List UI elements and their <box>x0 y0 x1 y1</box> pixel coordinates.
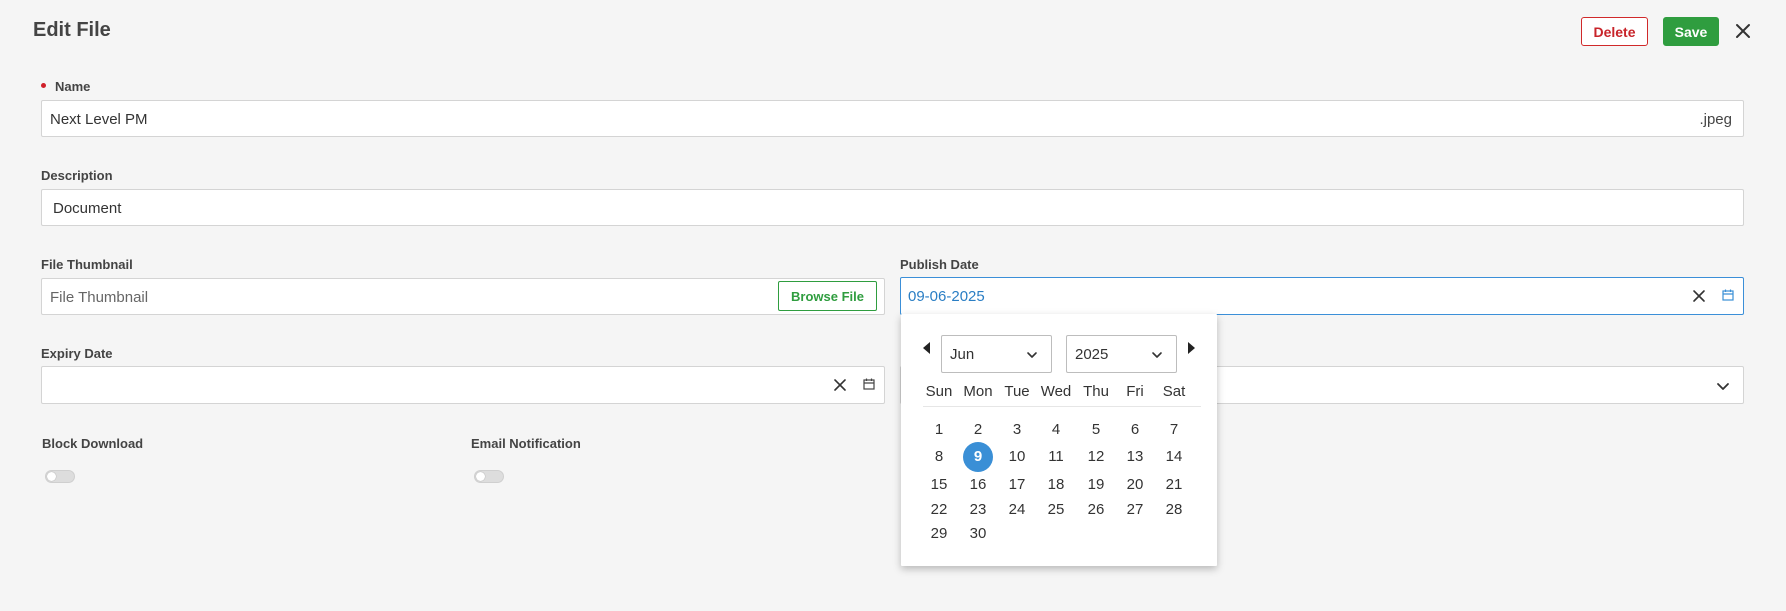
day-cell[interactable]: 7 <box>1159 418 1189 442</box>
description-value: Document <box>53 200 122 217</box>
calendar-icon[interactable] <box>1721 288 1735 302</box>
expiry-date-label: Expiry Date <box>41 346 113 361</box>
day-cell[interactable]: 2 <box>963 418 993 442</box>
name-field[interactable]: Next Level PM .jpeg <box>41 100 1744 137</box>
day-cell[interactable]: 3 <box>1002 418 1032 442</box>
day-cell[interactable]: 18 <box>1041 473 1071 497</box>
next-month-icon[interactable] <box>1185 341 1197 355</box>
weekday-header: Tue <box>1004 383 1030 400</box>
day-cell[interactable]: 27 <box>1120 498 1150 522</box>
day-cell[interactable]: 28 <box>1159 498 1189 522</box>
name-value: Next Level PM <box>50 111 148 128</box>
month-select[interactable]: Jun <box>941 335 1052 373</box>
calendar-divider <box>923 406 1201 407</box>
day-cell[interactable]: 19 <box>1081 473 1111 497</box>
publish-date-value: 09-06-2025 <box>908 288 985 305</box>
name-label: Name <box>55 79 91 94</box>
clear-expiry-icon[interactable] <box>831 376 849 394</box>
chevron-down-icon <box>1715 378 1731 394</box>
day-cell[interactable]: 1 <box>924 418 954 442</box>
day-cell[interactable]: 17 <box>1002 473 1032 497</box>
datepicker-popup: Jun 2025 Sun Mon Tue Wed Thu Fri Sat 1 2 3 4 5 6 7 8 9 1… <box>901 314 1217 566</box>
day-cell[interactable]: 20 <box>1120 473 1150 497</box>
publish-date-field[interactable]: 09-06-2025 <box>900 277 1744 315</box>
day-cell[interactable]: 22 <box>924 498 954 522</box>
calendar-icon[interactable] <box>862 377 876 391</box>
description-field[interactable]: Document <box>41 189 1744 226</box>
publish-date-label: Publish Date <box>900 257 979 272</box>
weekday-header: Sun <box>925 383 953 400</box>
year-select[interactable]: 2025 <box>1066 335 1177 373</box>
save-button[interactable]: Save <box>1663 17 1719 46</box>
day-cell[interactable]: 29 <box>924 522 954 546</box>
thumbnail-placeholder: File Thumbnail <box>50 289 149 306</box>
day-cell[interactable]: 21 <box>1159 473 1189 497</box>
weekday-header: Wed <box>1040 383 1072 400</box>
page-title: Edit File <box>33 19 111 41</box>
month-value: Jun <box>950 345 975 363</box>
day-cell[interactable]: 11 <box>1041 445 1071 469</box>
required-indicator <box>41 83 46 88</box>
weekday-header: Sat <box>1162 383 1186 400</box>
day-cell[interactable]: 26 <box>1081 498 1111 522</box>
expiry-date-field[interactable] <box>41 366 885 404</box>
day-cell[interactable]: 15 <box>924 473 954 497</box>
chevron-down-icon <box>1027 352 1037 358</box>
thumbnail-field[interactable]: File Thumbnail <box>41 278 885 315</box>
day-cell[interactable]: 4 <box>1041 418 1071 442</box>
day-cell[interactable]: 5 <box>1081 418 1111 442</box>
block-download-toggle[interactable] <box>45 470 75 483</box>
name-extension: .jpeg <box>1699 111 1732 128</box>
prev-month-icon[interactable] <box>921 341 933 355</box>
day-cell[interactable]: 12 <box>1081 445 1111 469</box>
close-icon[interactable] <box>1731 18 1755 44</box>
year-value: 2025 <box>1075 345 1109 363</box>
chevron-down-icon <box>1152 352 1162 358</box>
day-cell[interactable]: 14 <box>1159 445 1189 469</box>
day-cell[interactable]: 25 <box>1041 498 1071 522</box>
weekday-header: Mon <box>963 383 993 400</box>
day-cell[interactable]: 10 <box>1002 445 1032 469</box>
description-label: Description <box>41 168 113 183</box>
clear-date-icon[interactable] <box>1690 287 1708 305</box>
email-notification-toggle[interactable] <box>474 470 504 483</box>
delete-button[interactable]: Delete <box>1581 17 1648 46</box>
email-notification-label: Email Notification <box>471 436 581 451</box>
day-cell[interactable]: 13 <box>1120 445 1150 469</box>
day-cell[interactable]: 23 <box>963 498 993 522</box>
block-download-label: Block Download <box>42 436 144 451</box>
day-cell[interactable]: 30 <box>963 522 993 546</box>
day-cell[interactable]: 8 <box>924 445 954 469</box>
weekday-header: Fri <box>1126 383 1144 400</box>
day-cell[interactable]: 6 <box>1120 418 1150 442</box>
day-cell[interactable]: 16 <box>963 473 993 497</box>
weekday-header: Thu <box>1083 383 1109 400</box>
day-cell[interactable]: 24 <box>1002 498 1032 522</box>
selected-day-cell[interactable]: 9 <box>963 442 993 472</box>
browse-file-button[interactable]: Browse File <box>778 281 877 311</box>
thumbnail-label: File Thumbnail <box>41 257 133 272</box>
